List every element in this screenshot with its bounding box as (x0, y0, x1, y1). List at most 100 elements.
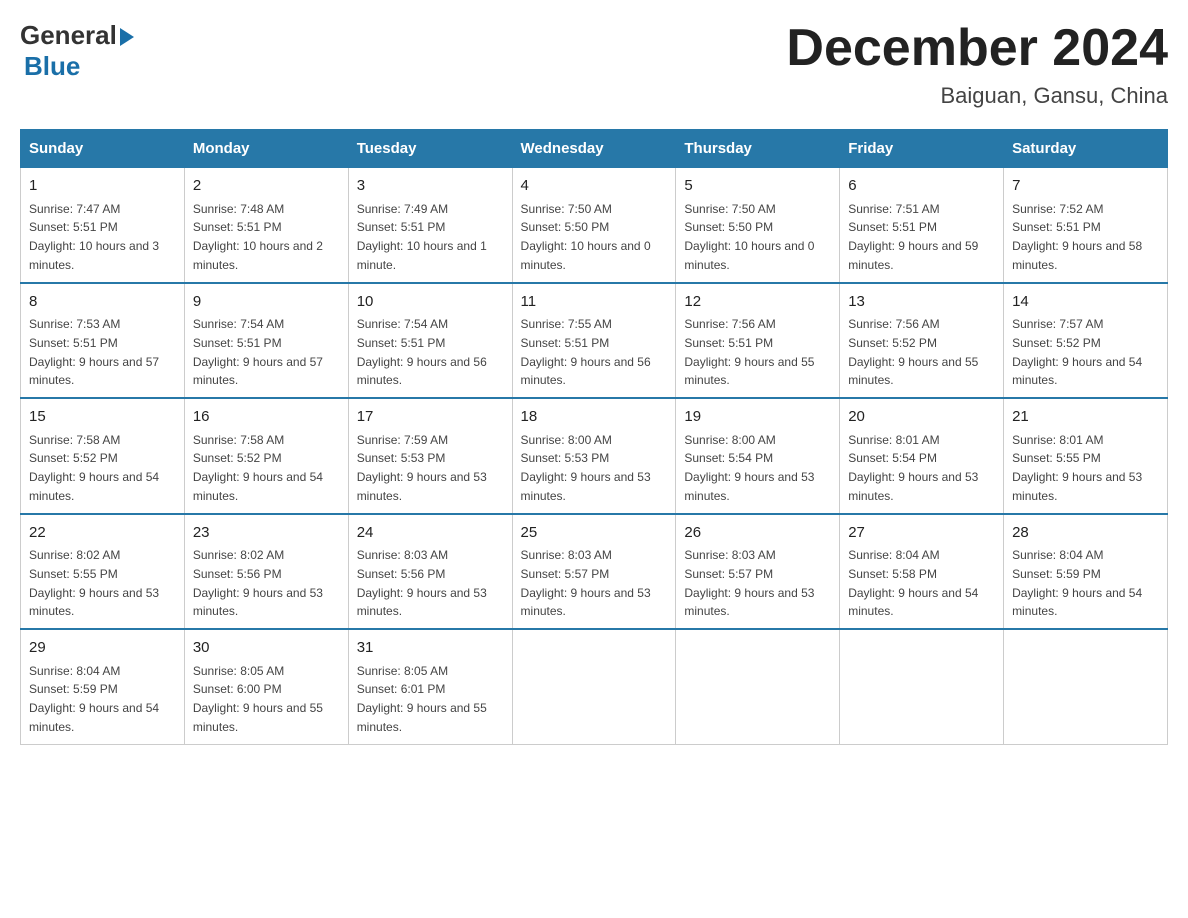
week-row-2: 8 Sunrise: 7:53 AMSunset: 5:51 PMDaylight… (21, 283, 1168, 399)
calendar-cell: 25 Sunrise: 8:03 AMSunset: 5:57 PMDayligh… (512, 514, 676, 630)
col-saturday: Saturday (1004, 130, 1168, 168)
day-info: Sunrise: 7:50 AMSunset: 5:50 PMDaylight:… (521, 202, 651, 272)
week-row-5: 29Sunrise: 8:04 AMSunset: 5:59 PMDayligh… (21, 629, 1168, 744)
col-friday: Friday (840, 130, 1004, 168)
calendar-cell: 10 Sunrise: 7:54 AMSunset: 5:51 PMDayligh… (348, 283, 512, 399)
day-info: Sunrise: 8:05 AMSunset: 6:01 PMDaylight:… (357, 664, 487, 734)
day-number: 31 (357, 637, 504, 660)
col-sunday: Sunday (21, 130, 185, 168)
calendar-cell: 22Sunrise: 8:02 AMSunset: 5:55 PMDayligh… (21, 514, 185, 630)
day-number: 11 (521, 291, 668, 314)
day-number: 1 (29, 175, 176, 198)
day-info: Sunrise: 7:50 AMSunset: 5:50 PMDaylight:… (684, 202, 814, 272)
day-number: 17 (357, 406, 504, 429)
day-number: 23 (193, 522, 340, 545)
day-number: 25 (521, 522, 668, 545)
day-info: Sunrise: 7:49 AMSunset: 5:51 PMDaylight:… (357, 202, 487, 272)
calendar-cell: 21 Sunrise: 8:01 AMSunset: 5:55 PMDayligh… (1004, 398, 1168, 514)
day-info: Sunrise: 7:59 AMSunset: 5:53 PMDaylight:… (357, 433, 487, 503)
calendar-cell: 30Sunrise: 8:05 AMSunset: 6:00 PMDayligh… (184, 629, 348, 744)
day-info: Sunrise: 8:03 AMSunset: 5:57 PMDaylight:… (684, 548, 814, 618)
calendar-cell: 13Sunrise: 7:56 AMSunset: 5:52 PMDayligh… (840, 283, 1004, 399)
day-info: Sunrise: 8:04 AMSunset: 5:58 PMDaylight:… (848, 548, 978, 618)
calendar-cell: 24Sunrise: 8:03 AMSunset: 5:56 PMDayligh… (348, 514, 512, 630)
logo-triangle-icon (120, 28, 134, 46)
col-wednesday: Wednesday (512, 130, 676, 168)
day-number: 9 (193, 291, 340, 314)
day-info: Sunrise: 7:48 AMSunset: 5:51 PMDaylight:… (193, 202, 323, 272)
day-info: Sunrise: 7:56 AMSunset: 5:52 PMDaylight:… (848, 317, 978, 387)
calendar-cell (1004, 629, 1168, 744)
col-thursday: Thursday (676, 130, 840, 168)
logo: General Blue (20, 20, 134, 82)
day-info: Sunrise: 8:04 AMSunset: 5:59 PMDaylight:… (29, 664, 159, 734)
day-number: 16 (193, 406, 340, 429)
col-tuesday: Tuesday (348, 130, 512, 168)
day-info: Sunrise: 8:05 AMSunset: 6:00 PMDaylight:… (193, 664, 323, 734)
col-monday: Monday (184, 130, 348, 168)
calendar-cell: 7Sunrise: 7:52 AMSunset: 5:51 PMDaylight… (1004, 168, 1168, 283)
day-number: 22 (29, 522, 176, 545)
day-number: 10 (357, 291, 504, 314)
month-title: December 2024 (786, 20, 1168, 77)
calendar-cell (840, 629, 1004, 744)
day-number: 12 (684, 291, 831, 314)
day-number: 21 (1012, 406, 1159, 429)
calendar-cell: 29Sunrise: 8:04 AMSunset: 5:59 PMDayligh… (21, 629, 185, 744)
day-number: 4 (521, 175, 668, 198)
calendar-cell: 31 Sunrise: 8:05 AMSunset: 6:01 PMDayligh… (348, 629, 512, 744)
day-number: 7 (1012, 175, 1159, 198)
week-row-3: 15 Sunrise: 7:58 AMSunset: 5:52 PMDayligh… (21, 398, 1168, 514)
day-info: Sunrise: 7:58 AMSunset: 5:52 PMDaylight:… (29, 433, 159, 503)
day-number: 6 (848, 175, 995, 198)
calendar-cell: 17 Sunrise: 7:59 AMSunset: 5:53 PMDayligh… (348, 398, 512, 514)
logo-blue-text: Blue (24, 51, 80, 82)
day-number: 26 (684, 522, 831, 545)
calendar-cell (512, 629, 676, 744)
day-info: Sunrise: 7:54 AMSunset: 5:51 PMDaylight:… (193, 317, 323, 387)
day-info: Sunrise: 7:56 AMSunset: 5:51 PMDaylight:… (684, 317, 814, 387)
day-number: 24 (357, 522, 504, 545)
calendar-table: Sunday Monday Tuesday Wednesday Thursday… (20, 129, 1168, 745)
calendar-cell: 1 Sunrise: 7:47 AMSunset: 5:51 PMDaylight… (21, 168, 185, 283)
week-row-4: 22Sunrise: 8:02 AMSunset: 5:55 PMDayligh… (21, 514, 1168, 630)
calendar-cell: 11 Sunrise: 7:55 AMSunset: 5:51 PMDayligh… (512, 283, 676, 399)
title-area: December 2024 Baiguan, Gansu, China (786, 20, 1168, 109)
day-number: 14 (1012, 291, 1159, 314)
calendar-cell: 9 Sunrise: 7:54 AMSunset: 5:51 PMDaylight… (184, 283, 348, 399)
day-info: Sunrise: 7:54 AMSunset: 5:51 PMDaylight:… (357, 317, 487, 387)
calendar-cell (676, 629, 840, 744)
day-info: Sunrise: 7:58 AMSunset: 5:52 PMDaylight:… (193, 433, 323, 503)
day-info: Sunrise: 7:51 AMSunset: 5:51 PMDaylight:… (848, 202, 978, 272)
calendar-cell: 26 Sunrise: 8:03 AMSunset: 5:57 PMDayligh… (676, 514, 840, 630)
day-info: Sunrise: 7:47 AMSunset: 5:51 PMDaylight:… (29, 202, 159, 272)
day-info: Sunrise: 8:02 AMSunset: 5:56 PMDaylight:… (193, 548, 323, 618)
day-info: Sunrise: 7:53 AMSunset: 5:51 PMDaylight:… (29, 317, 159, 387)
calendar-cell: 20Sunrise: 8:01 AMSunset: 5:54 PMDayligh… (840, 398, 1004, 514)
day-number: 19 (684, 406, 831, 429)
day-info: Sunrise: 7:57 AMSunset: 5:52 PMDaylight:… (1012, 317, 1142, 387)
day-number: 5 (684, 175, 831, 198)
day-info: Sunrise: 8:03 AMSunset: 5:57 PMDaylight:… (521, 548, 651, 618)
day-info: Sunrise: 8:01 AMSunset: 5:55 PMDaylight:… (1012, 433, 1142, 503)
calendar-cell: 8 Sunrise: 7:53 AMSunset: 5:51 PMDaylight… (21, 283, 185, 399)
calendar-cell: 5 Sunrise: 7:50 AMSunset: 5:50 PMDaylight… (676, 168, 840, 283)
calendar-cell: 16 Sunrise: 7:58 AMSunset: 5:52 PMDayligh… (184, 398, 348, 514)
day-number: 27 (848, 522, 995, 545)
day-info: Sunrise: 8:01 AMSunset: 5:54 PMDaylight:… (848, 433, 978, 503)
day-info: Sunrise: 8:00 AMSunset: 5:53 PMDaylight:… (521, 433, 651, 503)
day-number: 3 (357, 175, 504, 198)
calendar-cell: 15 Sunrise: 7:58 AMSunset: 5:52 PMDayligh… (21, 398, 185, 514)
day-number: 2 (193, 175, 340, 198)
calendar-cell: 2 Sunrise: 7:48 AMSunset: 5:51 PMDaylight… (184, 168, 348, 283)
day-info: Sunrise: 7:55 AMSunset: 5:51 PMDaylight:… (521, 317, 651, 387)
calendar-cell: 18Sunrise: 8:00 AMSunset: 5:53 PMDayligh… (512, 398, 676, 514)
calendar-cell: 14 Sunrise: 7:57 AMSunset: 5:52 PMDayligh… (1004, 283, 1168, 399)
calendar-cell: 23 Sunrise: 8:02 AMSunset: 5:56 PMDayligh… (184, 514, 348, 630)
header-row: Sunday Monday Tuesday Wednesday Thursday… (21, 130, 1168, 168)
day-number: 15 (29, 406, 176, 429)
day-number: 8 (29, 291, 176, 314)
calendar-cell: 4 Sunrise: 7:50 AMSunset: 5:50 PMDaylight… (512, 168, 676, 283)
calendar-cell: 19Sunrise: 8:00 AMSunset: 5:54 PMDayligh… (676, 398, 840, 514)
day-number: 28 (1012, 522, 1159, 545)
